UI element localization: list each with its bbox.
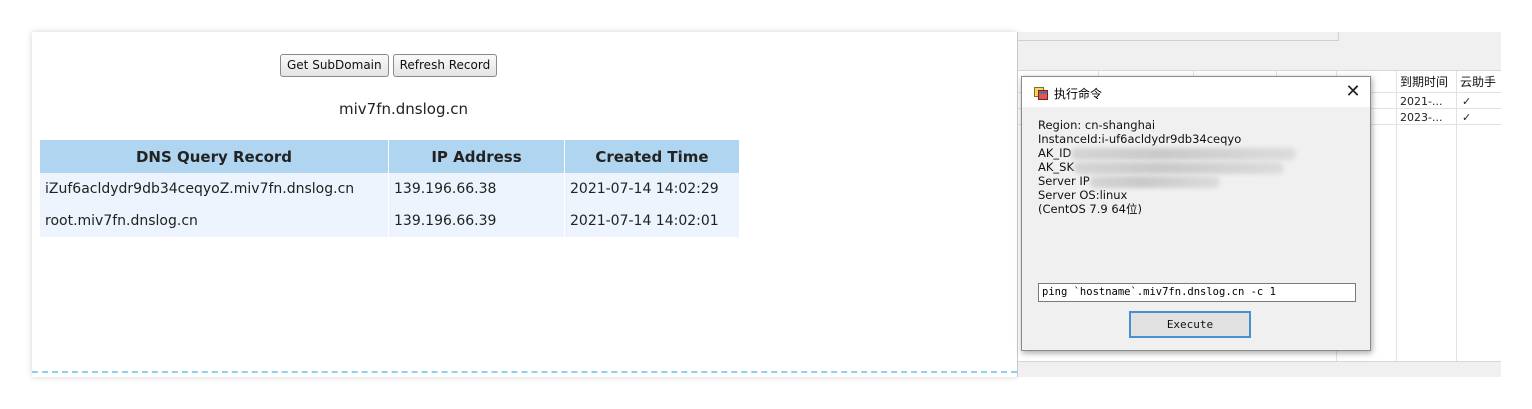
dashed-divider bbox=[32, 371, 1017, 373]
grid-cell-expire[interactable]: 2023-... bbox=[1400, 111, 1442, 124]
redacted-blur bbox=[1074, 161, 1284, 174]
redacted-blur bbox=[1089, 175, 1220, 188]
command-input[interactable]: ping `hostname`.miv7fn.dnslog.cn -c 1 bbox=[1038, 283, 1356, 302]
grid-cell-assistant-check[interactable]: ✓ bbox=[1462, 111, 1471, 124]
dialog-title: 执行命令 bbox=[1054, 87, 1103, 101]
column-header-dns-query: DNS Query Record bbox=[40, 140, 389, 173]
server-ip-label: Server IP bbox=[1038, 174, 1090, 188]
dialog-titlebar[interactable]: 执行命令 ✕ bbox=[1022, 77, 1370, 107]
grid-column-line bbox=[1456, 71, 1457, 361]
app-window-icon bbox=[1034, 87, 1048, 100]
ak-id-label: AK_ID bbox=[1038, 146, 1072, 160]
created-time-cell: 2021-07-14 14:02:29 bbox=[564, 173, 740, 205]
execute-command-dialog: 执行命令 ✕ Region: cn-shanghai InstanceId:i-… bbox=[1021, 76, 1371, 351]
dns-records-table: DNS Query Record IP Address Created Time… bbox=[40, 140, 740, 237]
table-row: root.miv7fn.dnslog.cn 139.196.66.39 2021… bbox=[40, 205, 740, 237]
instance-id-text: InstanceId:i-uf6acldydr9db34ceqyo bbox=[1038, 132, 1242, 146]
created-time-cell: 2021-07-14 14:02:01 bbox=[564, 205, 740, 237]
ak-sk-line: AK_SK bbox=[1038, 160, 1296, 174]
grid-header-assistant[interactable]: 云助手 bbox=[1460, 73, 1496, 91]
region-text: Region: cn-shanghai bbox=[1038, 118, 1156, 132]
toolbar-strip bbox=[1018, 32, 1339, 41]
dns-query-cell: iZuf6acldydr9db34ceqyoZ.miv7fn.dnslog.cn bbox=[40, 173, 389, 205]
subdomain-text: miv7fn.dnslog.cn bbox=[339, 100, 468, 118]
dnslog-page: Get SubDomain Refresh Record miv7fn.dnsl… bbox=[32, 32, 1017, 377]
table-row: iZuf6acldydr9db34ceqyoZ.miv7fn.dnslog.cn… bbox=[40, 173, 740, 205]
os-version-text: (CentOS 7.9 64位) bbox=[1038, 202, 1142, 216]
instance-info: Region: cn-shanghai InstanceId:i-uf6acld… bbox=[1038, 118, 1297, 216]
ip-cell: 139.196.66.38 bbox=[388, 173, 565, 205]
table-header-row: DNS Query Record IP Address Created Time bbox=[40, 140, 740, 173]
grid-cell-expire[interactable]: 2021-... bbox=[1400, 95, 1442, 108]
column-header-ip: IP Address bbox=[388, 140, 565, 173]
ak-sk-label: AK_SK bbox=[1038, 160, 1074, 174]
grid-cell-assistant-check[interactable]: ✓ bbox=[1462, 95, 1471, 108]
server-os-text: Server OS:linux bbox=[1038, 188, 1128, 202]
grid-header-expire[interactable]: 到期时间 bbox=[1400, 73, 1448, 91]
server-ip-line: Server IP bbox=[1038, 174, 1296, 188]
close-icon[interactable]: ✕ bbox=[1342, 81, 1364, 103]
dns-query-cell: root.miv7fn.dnslog.cn bbox=[40, 205, 389, 237]
ak-id-line: AK_ID bbox=[1038, 146, 1297, 160]
redacted-blur bbox=[1071, 147, 1297, 160]
action-buttons: Get SubDomain Refresh Record bbox=[280, 54, 498, 77]
get-subdomain-button[interactable]: Get SubDomain bbox=[280, 54, 389, 77]
ip-cell: 139.196.66.39 bbox=[388, 205, 565, 237]
column-header-created-time: Created Time bbox=[564, 140, 740, 173]
execute-button[interactable]: Execute bbox=[1129, 311, 1251, 338]
refresh-record-button[interactable]: Refresh Record bbox=[392, 54, 498, 77]
grid-column-line bbox=[1396, 71, 1397, 361]
